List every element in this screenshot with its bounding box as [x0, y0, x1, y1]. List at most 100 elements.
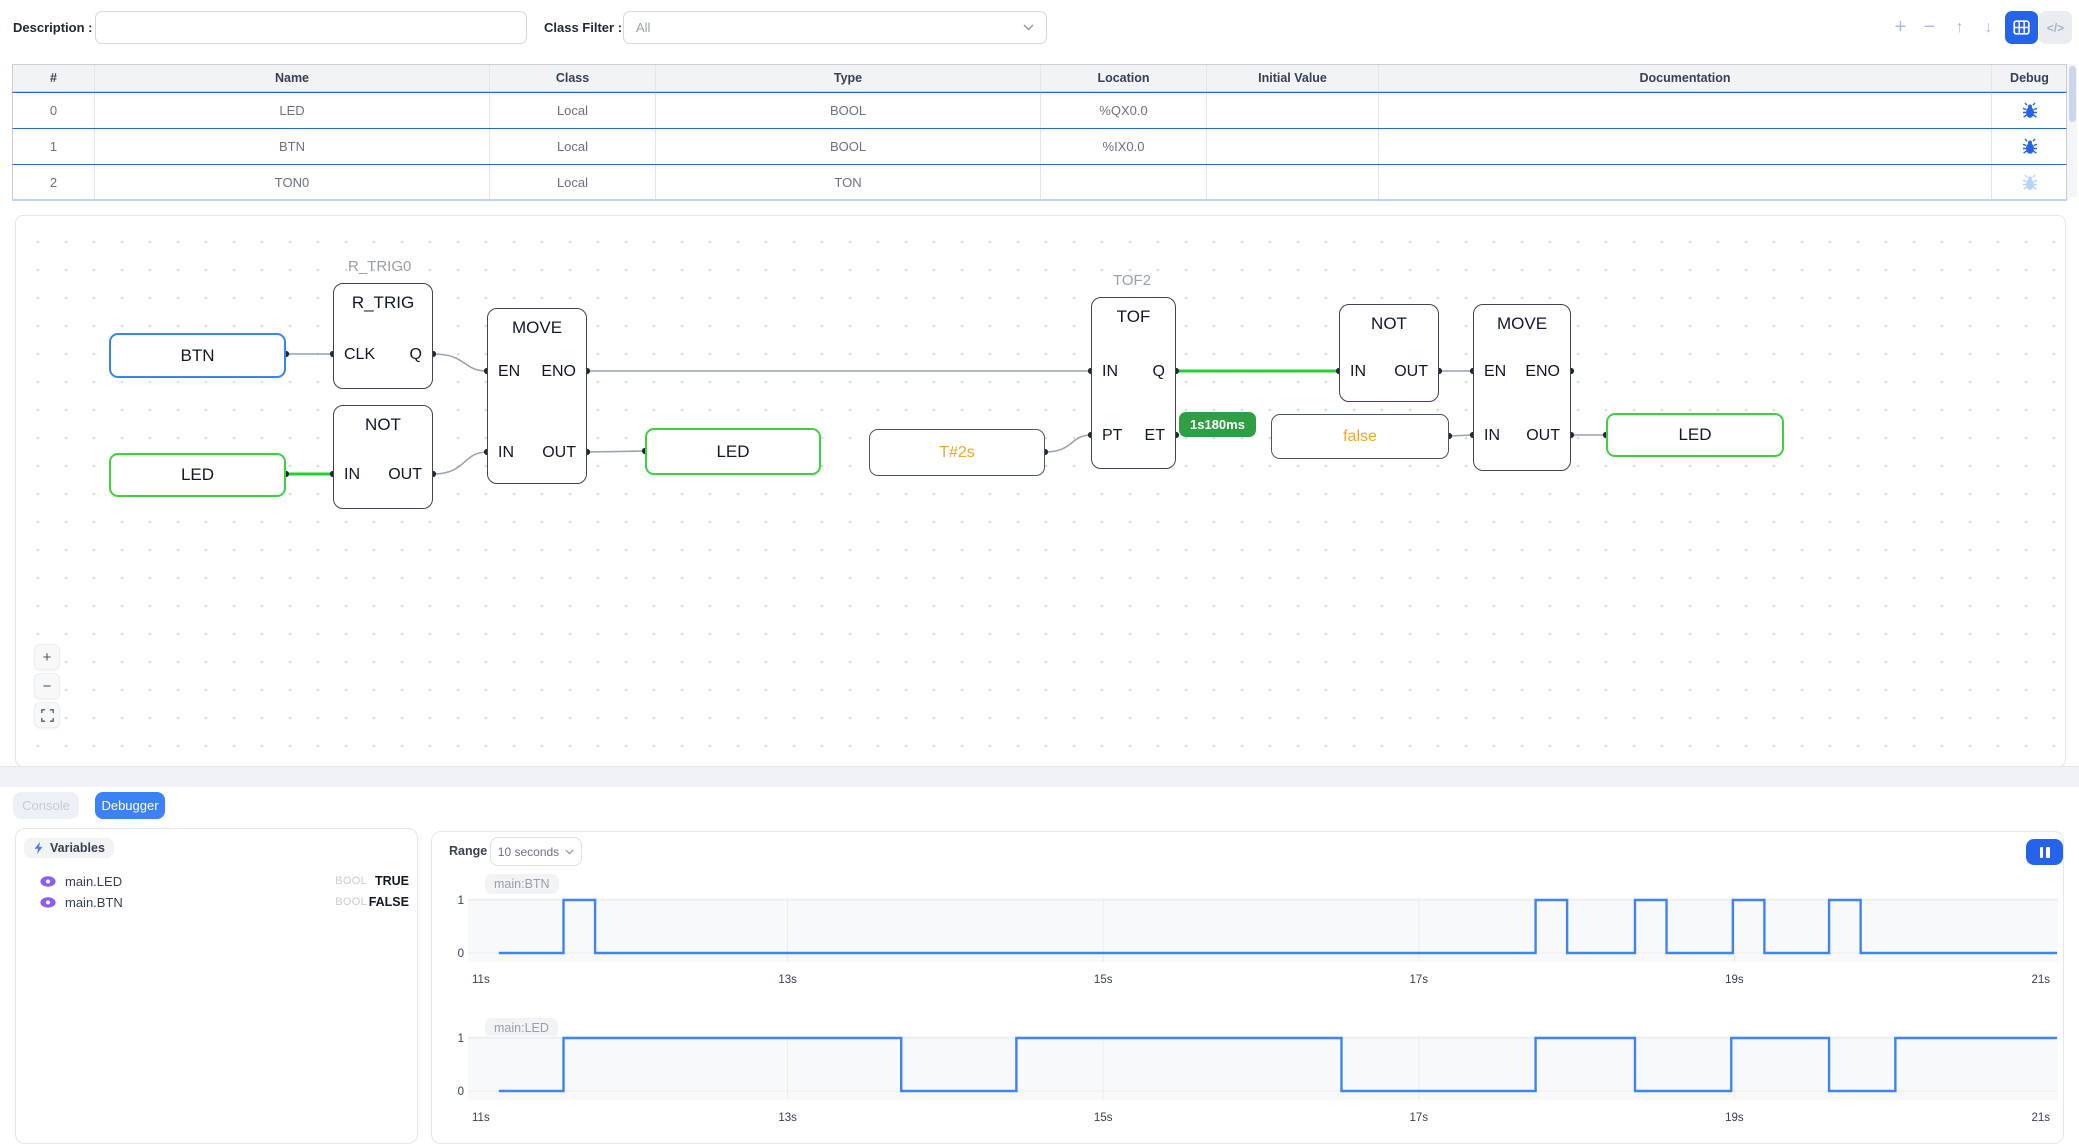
zoom-out-toolbar-icon[interactable]: − — [1913, 11, 1946, 44]
table-view-button[interactable] — [2005, 11, 2038, 44]
port-in: IN — [1350, 363, 1366, 381]
block-label: LED — [181, 465, 214, 485]
fit-view-button[interactable] — [34, 702, 60, 728]
port-et: ET — [1145, 427, 1165, 445]
cell: Local — [490, 129, 656, 164]
block-label: T#2s — [939, 444, 975, 462]
range-select[interactable]: 10 seconds — [490, 837, 582, 866]
block-btn-var[interactable]: BTN — [109, 333, 286, 378]
debug-toggle[interactable] — [1992, 165, 2068, 200]
port-q: Q — [1153, 363, 1165, 381]
cell: 1 — [13, 129, 95, 164]
block-false-literal[interactable]: false — [1271, 414, 1449, 459]
cell: BTN — [95, 129, 490, 164]
column-header-location[interactable]: Location — [1041, 65, 1207, 91]
cell — [1207, 93, 1379, 128]
port-out: OUT — [1526, 427, 1560, 445]
port-in: IN — [1484, 427, 1500, 445]
debug-toggle[interactable] — [1992, 129, 2068, 164]
cell: 0 — [13, 93, 95, 128]
variable-row[interactable]: main.BTN BOOL FALSE — [40, 892, 409, 912]
column-header-type[interactable]: Type — [656, 65, 1041, 91]
tab-console[interactable]: Console — [13, 792, 79, 819]
cell: %QX0.0 — [1041, 93, 1207, 128]
zoom-in-button[interactable]: + — [34, 644, 60, 670]
cell — [1379, 165, 1992, 200]
block-not-1[interactable]: NOTINOUT — [333, 405, 433, 509]
port-out: OUT — [1394, 363, 1428, 381]
description-label: Description : — [13, 20, 92, 35]
block-title: NOT — [1340, 314, 1438, 334]
variable-name: main.BTN — [65, 895, 123, 910]
block-led-var-3[interactable]: LED — [1606, 413, 1784, 457]
tab-debugger[interactable]: Debugger — [95, 792, 165, 819]
chevron-down-icon — [1023, 24, 1034, 31]
column-header-initial-value[interactable]: Initial Value — [1207, 65, 1379, 91]
instance-label-tof2: TOF2 — [1113, 272, 1151, 289]
range-label: Range — [449, 844, 487, 858]
block-title: R_TRIG — [334, 293, 432, 313]
block-led-var-2[interactable]: LED — [645, 428, 821, 475]
zoom-out-button[interactable]: − — [34, 673, 60, 699]
table-row[interactable]: 0LEDLocalBOOL%QX0.0 — [12, 92, 2067, 129]
cell — [1379, 93, 1992, 128]
port-clk: CLK — [344, 346, 375, 364]
pause-icon — [2040, 847, 2050, 858]
chart-label-main-btn: main:BTN — [485, 874, 559, 894]
pause-button[interactable] — [2026, 839, 2063, 865]
description-input[interactable] — [95, 11, 527, 44]
block-r-trig[interactable]: R_TRIGCLKQ — [333, 283, 433, 389]
column-header-debug[interactable]: Debug — [1992, 65, 2068, 91]
column-header-name[interactable]: Name — [95, 65, 490, 91]
instance-label-rtrig0: R_TRIG0 — [348, 258, 411, 275]
variables-panel: Variables main.LED BOOL TRUE main.BTN BO… — [15, 828, 418, 1144]
port-out: OUT — [388, 466, 422, 484]
block-move-2[interactable]: MOVEENENOINOUT — [1473, 304, 1571, 471]
column-header--[interactable]: # — [13, 65, 95, 91]
elapsed-time-badge: 1s180ms — [1179, 412, 1256, 437]
fbd-canvas[interactable]: R_TRIG0 TOF2 BTN LED R_TRIG CLK Q NOT IN OUT MOVE E… — [15, 215, 2066, 767]
block-t2s-literal[interactable]: T#2s — [869, 429, 1045, 476]
watch-eye-icon — [40, 897, 56, 908]
port-pt: PT — [1102, 427, 1122, 445]
class-filter-select[interactable]: All — [623, 11, 1047, 44]
block-label: BTN — [181, 346, 215, 366]
block-tof[interactable]: TOFINQPTET — [1091, 297, 1176, 469]
panel-divider[interactable] — [0, 766, 2079, 787]
cell: TON0 — [95, 165, 490, 200]
port-in: IN — [344, 466, 360, 484]
variables-table: #NameClassTypeLocationInitial ValueDocum… — [12, 64, 2067, 201]
block-title: MOVE — [488, 318, 586, 338]
table-row[interactable]: 1BTNLocalBOOL%IX0.0 — [12, 129, 2067, 165]
cell: %IX0.0 — [1041, 129, 1207, 164]
arrow-down-icon[interactable]: ↓ — [1972, 11, 2005, 44]
block-label: LED — [1678, 425, 1711, 445]
cell: BOOL — [656, 129, 1041, 164]
column-header-class[interactable]: Class — [490, 65, 656, 91]
chart-label-main-led: main:LED — [485, 1018, 558, 1038]
wires-layer — [16, 216, 2065, 766]
block-move-1[interactable]: MOVEENENOINOUT — [487, 308, 587, 484]
table-header-row: #NameClassTypeLocationInitial ValueDocum… — [12, 64, 2067, 92]
variable-row[interactable]: main.LED BOOL TRUE — [40, 871, 409, 891]
variable-value: TRUE — [367, 874, 409, 888]
range-value: 10 seconds — [498, 845, 559, 859]
debugger-chart-panel: Range 10 seconds — [431, 831, 2064, 1144]
block-led-var-1[interactable]: LED — [109, 453, 286, 497]
cell: 2 — [13, 165, 95, 200]
block-not-2[interactable]: NOT IN OUT — [1339, 304, 1439, 402]
variable-type: BOOL — [335, 875, 367, 887]
variable-value: FALSE — [367, 895, 409, 909]
column-header-documentation[interactable]: Documentation — [1379, 65, 1992, 91]
table-scrollbar[interactable] — [2067, 64, 2077, 197]
port-out: OUT — [542, 444, 576, 462]
lightning-icon — [33, 841, 44, 855]
table-row[interactable]: 2TON0LocalTON — [12, 165, 2067, 201]
variables-chip[interactable]: Variables — [24, 838, 114, 858]
port-en: EN — [498, 363, 520, 381]
cell — [1207, 165, 1379, 200]
code-view-button[interactable]: </> — [2039, 11, 2072, 44]
cell: Local — [490, 165, 656, 200]
debug-toggle[interactable] — [1992, 93, 2068, 128]
port-in: IN — [498, 444, 514, 462]
